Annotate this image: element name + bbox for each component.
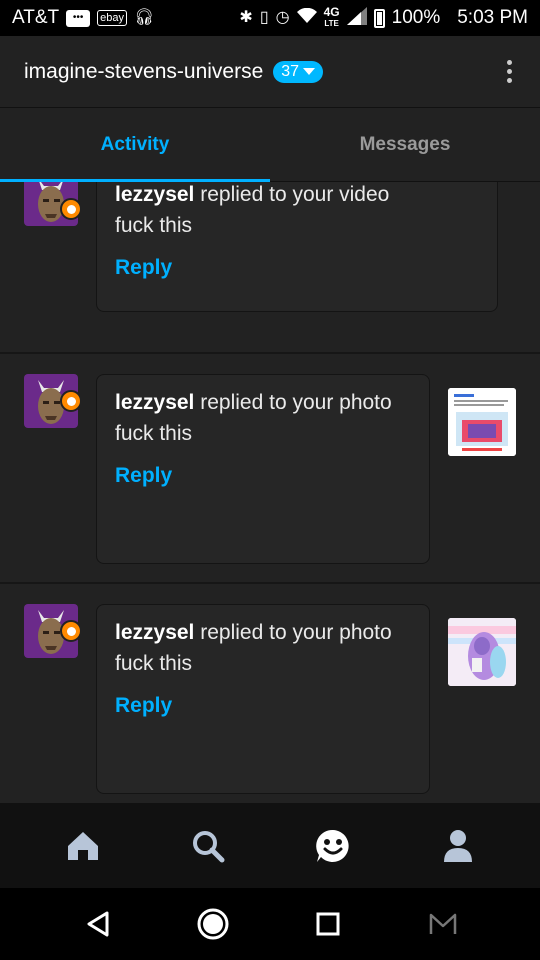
reply-button[interactable]: Reply [115,694,172,718]
account-icon[interactable] [438,826,478,866]
activity-feed[interactable]: lezzysel replied to your video fuck this… [0,182,540,803]
notification-text: lezzysel replied to your video [115,182,479,210]
wifi-icon [296,7,317,28]
notification-action: replied to your photo [200,391,392,414]
message-notification-icon: ••• [66,9,91,27]
post-thumbnail[interactable] [448,618,516,686]
notification-text: lezzysel replied to your photo [115,387,411,418]
battery-icon [373,8,385,28]
list-item: lezzysel replied to your photo fuck this… [0,352,540,582]
vibrate-icon: ▯ [259,9,269,26]
ebay-notification-icon: ebay [97,10,128,26]
app-header: imagine-stevens-universe 37 [0,36,540,108]
activity-count-badge[interactable]: 37 [273,60,324,83]
reply-text: fuck this [115,214,193,237]
notification-card[interactable]: lezzysel replied to your photo fuck this… [96,374,430,564]
blog-name[interactable]: imagine-stevens-universe [24,60,263,84]
username-link[interactable]: lezzysel [115,621,194,644]
signal-icon [346,7,367,29]
search-icon[interactable] [188,826,228,866]
back-icon[interactable] [78,904,118,944]
notification-text: lezzysel replied to your photo [115,617,411,648]
list-item: lezzysel replied to your video fuck this… [0,182,540,342]
reply-notification-icon [60,198,82,220]
reply-text: fuck this [115,652,193,675]
tab-bar: Activity Messages [0,108,540,182]
reply-notification-icon [60,620,82,642]
username-link[interactable]: lezzysel [115,183,194,206]
tab-messages[interactable]: Messages [270,108,540,181]
status-bar: AT&T ••• ebay 🎧︎ ✱ ▯ ◷ 4G LTE 100% 5:03 … [0,0,540,36]
bluetooth-icon: ✱ [239,9,253,26]
badge-count: 37 [281,62,300,80]
notification-card[interactable]: lezzysel replied to your video fuck this… [96,182,498,312]
headphones-icon: 🎧︎ [134,9,155,26]
chevron-down-icon [303,68,316,75]
notification-card[interactable]: lezzysel replied to your photo fuck this… [96,604,430,794]
list-item: lezzysel replied to your photo fuck this… [0,582,540,803]
system-navigation-bar [0,888,540,960]
recents-icon[interactable] [308,904,348,944]
notification-action: replied to your photo [200,621,392,644]
tab-activity[interactable]: Activity [0,108,270,182]
home-circle-icon[interactable] [193,904,233,944]
battery-percent: 100% [391,7,441,28]
home-icon[interactable] [63,826,103,866]
notification-action: replied to your video [200,183,390,206]
gmail-icon[interactable] [423,904,463,944]
reply-button[interactable]: Reply [115,464,172,488]
alarm-icon: ◷ [275,9,290,26]
reply-notification-icon [60,390,82,412]
bottom-navigation [0,803,540,888]
clock: 5:03 PM [457,7,528,28]
carrier-label: AT&T [12,7,60,28]
overflow-menu-icon[interactable] [503,56,516,87]
network-type-label: 4G LTE [323,5,340,28]
activity-smiley-icon[interactable] [313,826,353,866]
post-thumbnail[interactable] [448,388,516,456]
username-link[interactable]: lezzysel [115,391,194,414]
reply-button[interactable]: Reply [115,256,172,280]
reply-text: fuck this [115,422,193,445]
